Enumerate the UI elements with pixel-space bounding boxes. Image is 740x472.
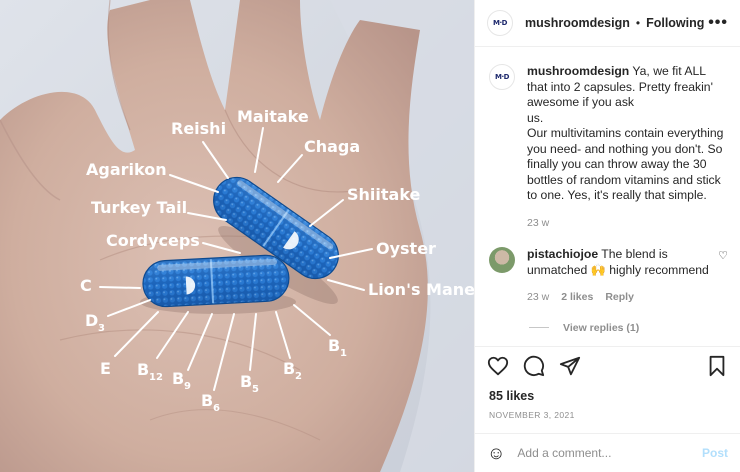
label-vitamin-c: C <box>80 276 92 295</box>
svg-text:B: B <box>283 359 295 378</box>
comment-bubble-icon[interactable] <box>523 355 545 377</box>
label-lions-mane: Lion's Mane <box>368 280 474 299</box>
label-chaga: Chaga <box>304 137 360 156</box>
like-heart-icon[interactable] <box>487 355 509 377</box>
svg-text:B: B <box>172 369 184 388</box>
separator-dot: • <box>635 16 641 30</box>
label-vitamin-e: E <box>100 359 111 378</box>
label-turkey-tail: Turkey Tail <box>91 198 187 217</box>
label-cordyceps: Cordyceps <box>106 231 200 250</box>
post-side-panel: M·D mushroomdesign • Following ••• M·D m… <box>474 0 740 472</box>
svg-text:5: 5 <box>252 384 259 395</box>
brand-logo-icon: M·D <box>493 19 507 27</box>
add-comment-input[interactable]: Add a comment... <box>517 446 611 460</box>
svg-text:B: B <box>201 391 213 410</box>
caption: M·D mushroomdesign Ya, we fit ALL that i… <box>489 64 728 231</box>
label-reishi: Reishi <box>171 119 226 138</box>
comment-reply-button[interactable]: Reply <box>605 290 634 306</box>
post-username[interactable]: mushroomdesign <box>525 16 630 30</box>
comment-body: pistachiojoe The blend is unmatched 🙌 hi… <box>527 247 717 306</box>
commenter-avatar[interactable] <box>489 247 515 273</box>
following-button[interactable]: Following <box>646 16 704 30</box>
label-agarikon: Agarikon <box>86 160 167 179</box>
label-shiitake: Shiitake <box>347 185 421 204</box>
caption-time[interactable]: 23 w <box>527 216 549 232</box>
post-comment-button[interactable]: Post <box>702 446 728 460</box>
svg-text:1: 1 <box>340 348 347 359</box>
caption-text-2: Our multivitamins contain everything you… <box>527 126 724 202</box>
view-replies-button[interactable]: View replies (1) <box>529 322 728 334</box>
caption-avatar[interactable]: M·D <box>489 64 515 90</box>
caption-body: mushroomdesign Ya, we fit ALL that into … <box>527 64 728 231</box>
action-bar <box>475 346 740 384</box>
svg-text:12: 12 <box>149 372 163 383</box>
svg-text:6: 6 <box>213 403 220 414</box>
comment-time[interactable]: 23 w <box>527 290 549 306</box>
more-options-icon[interactable]: ••• <box>708 14 728 32</box>
svg-text:D: D <box>85 311 98 330</box>
comment-username[interactable]: pistachiojoe <box>527 247 598 261</box>
replies-divider <box>529 327 549 328</box>
comment-meta: 23 w 2 likes Reply <box>527 290 717 306</box>
capsule-horizontal <box>142 254 290 308</box>
comment-row: pistachiojoe The blend is unmatched 🙌 hi… <box>489 247 728 306</box>
svg-text:9: 9 <box>184 381 191 392</box>
svg-text:B: B <box>137 360 149 379</box>
post-header: M·D mushroomdesign • Following ••• <box>475 0 740 47</box>
post-photo[interactable]: Reishi Maitake Chaga Agarikon Shiitake T… <box>0 0 474 472</box>
svg-text:2: 2 <box>295 371 302 382</box>
svg-text:B: B <box>328 336 340 355</box>
svg-text:3: 3 <box>98 323 105 334</box>
svg-text:B: B <box>240 372 252 391</box>
likes-count[interactable]: 85 likes <box>489 389 534 403</box>
avatar[interactable]: M·D <box>487 10 513 36</box>
view-replies-label: View replies (1) <box>563 321 640 334</box>
emoji-icon[interactable]: ☺ <box>487 443 505 464</box>
brand-logo-icon: M·D <box>495 73 509 81</box>
add-comment-bar: ☺ Add a comment... Post <box>475 433 740 472</box>
comment-like-heart-icon[interactable]: ♡ <box>718 247 728 262</box>
label-maitake: Maitake <box>237 107 309 126</box>
label-oyster: Oyster <box>376 239 436 258</box>
caption-username[interactable]: mushroomdesign <box>527 64 629 78</box>
caption-meta: 23 w <box>527 216 728 232</box>
comment-likes[interactable]: 2 likes <box>561 290 593 306</box>
save-bookmark-icon[interactable] <box>706 355 728 377</box>
post-date[interactable]: NOVEMBER 3, 2021 <box>489 410 575 420</box>
share-paper-plane-icon[interactable] <box>559 355 581 377</box>
comments-list[interactable]: M·D mushroomdesign Ya, we fit ALL that i… <box>475 48 740 346</box>
